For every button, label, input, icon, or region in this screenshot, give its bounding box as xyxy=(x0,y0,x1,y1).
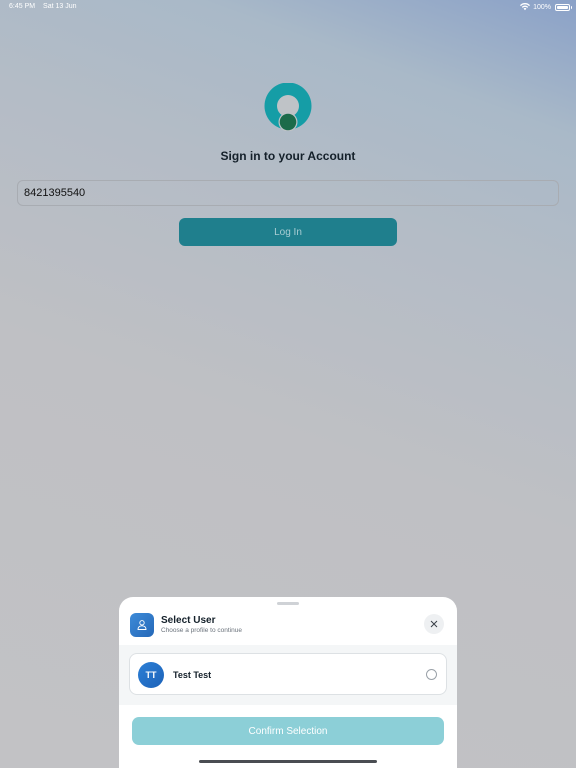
confirm-selection-button[interactable]: Confirm Selection xyxy=(132,717,444,745)
phone-input[interactable] xyxy=(17,180,559,206)
user-icon xyxy=(130,613,154,637)
user-option[interactable]: TT Test Test xyxy=(129,653,447,695)
login-button[interactable]: Log In xyxy=(179,218,397,246)
status-date: Sat 13 Jun xyxy=(43,3,77,10)
home-indicator xyxy=(199,760,377,763)
select-user-sheet: Select User Choose a profile to continue… xyxy=(119,597,457,768)
sheet-header: Select User Choose a profile to continue xyxy=(119,597,457,643)
close-icon xyxy=(430,620,438,628)
user-list: TT Test Test xyxy=(119,645,457,705)
user-name: Test Test xyxy=(173,670,212,680)
status-right: 100% xyxy=(520,3,551,11)
sheet-subtitle: Choose a profile to continue xyxy=(161,627,242,634)
status-left: 6:45 PM Sat 13 Jun xyxy=(9,3,83,10)
wifi-icon xyxy=(520,3,531,11)
sheet-title: Select User xyxy=(161,615,216,626)
status-time: 6:45 PM xyxy=(9,3,36,10)
person-icon xyxy=(137,620,147,630)
user-radio[interactable] xyxy=(426,669,437,680)
battery-percent: 100% xyxy=(533,3,551,11)
app-logo-icon xyxy=(264,83,312,131)
page-title: Sign in to your Account xyxy=(220,149,356,163)
battery-fill xyxy=(557,6,568,9)
status-bar: 6:45 PM Sat 13 Jun 100% xyxy=(0,0,576,14)
close-button[interactable] xyxy=(424,614,444,634)
battery-icon xyxy=(555,4,572,11)
avatar: TT xyxy=(138,662,164,688)
